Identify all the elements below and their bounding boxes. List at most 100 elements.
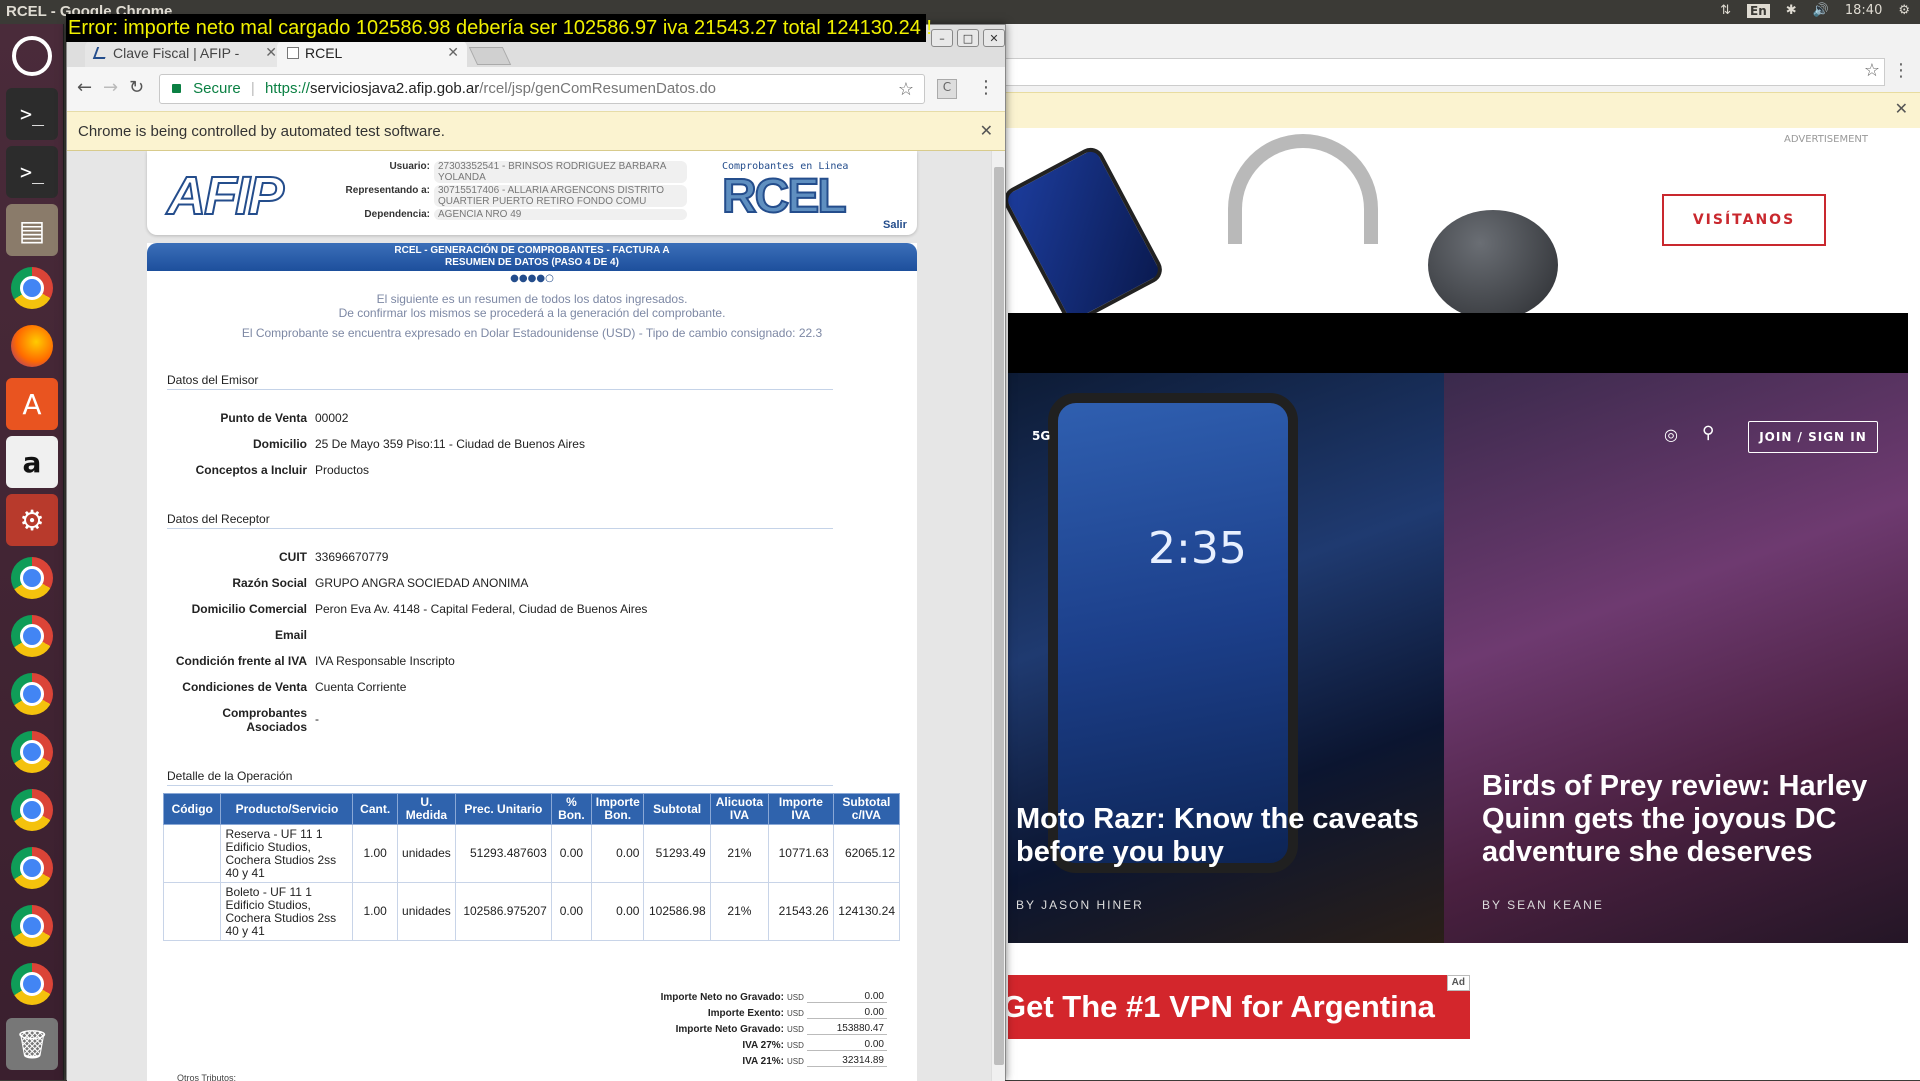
clock[interactable]: 18:40 bbox=[1845, 3, 1882, 18]
trash-icon[interactable]: 🗑 bbox=[6, 1018, 58, 1070]
article-title[interactable]: Birds of Prey review: Harley Quinn gets … bbox=[1482, 770, 1882, 869]
bookmark-star-icon[interactable]: ☆ bbox=[898, 75, 914, 103]
bluetooth-icon[interactable]: ✱ bbox=[1786, 3, 1797, 18]
globe-icon[interactable]: ◎ bbox=[1664, 425, 1678, 444]
cell-subtotal: 102586.98 bbox=[643, 882, 711, 941]
forward-icon[interactable]: → bbox=[103, 77, 118, 98]
total-currency: USD bbox=[787, 992, 804, 1002]
field-email: Email bbox=[167, 628, 867, 642]
chrome-icon[interactable] bbox=[6, 552, 58, 604]
representando-label: Representando a: bbox=[345, 185, 430, 196]
close-infobar-icon[interactable]: ✕ bbox=[980, 112, 993, 152]
field-label-line: Asociados bbox=[246, 720, 307, 734]
field-value: Peron Eva Av. 4148 - Capital Federal, Ci… bbox=[315, 602, 648, 616]
total-value: 0.00 bbox=[807, 991, 887, 1003]
background-infobar: ✕ bbox=[1000, 92, 1920, 128]
chrome-icon[interactable] bbox=[6, 726, 58, 778]
chrome-icon[interactable] bbox=[6, 958, 58, 1010]
site-header-band bbox=[1008, 313, 1908, 373]
file-manager-icon[interactable]: ▤ bbox=[6, 204, 58, 256]
intro-text: El siguiente es un resumen de todos los … bbox=[147, 292, 917, 340]
extension-icon[interactable]: C bbox=[937, 79, 957, 99]
volume-icon[interactable]: 🔊 bbox=[1813, 3, 1829, 18]
error-message: Error: importe neto mal cargado 102586.9… bbox=[66, 14, 932, 42]
field-value: 00002 bbox=[315, 411, 349, 425]
salir-link[interactable]: Salir bbox=[883, 219, 907, 231]
page-content: AFIP Usuario: 27303352541 - BRINSOS RODRI… bbox=[67, 151, 991, 1081]
automation-infobar: Chrome is being controlled by automated … bbox=[67, 111, 1005, 151]
advertisement-banner[interactable]: ADVERTISEMENT VISÍTANOS bbox=[999, 130, 1908, 328]
section-label[interactable]: 5G bbox=[1032, 429, 1050, 443]
field-value: IVA Responsable Inscripto bbox=[315, 654, 455, 668]
join-sign-in-button[interactable]: JOIN / SIGN IN bbox=[1748, 421, 1878, 453]
search-icon[interactable]: ⚲ bbox=[1702, 423, 1714, 443]
chrome-icon[interactable] bbox=[6, 784, 58, 836]
visit-button[interactable]: VISÍTANOS bbox=[1662, 194, 1826, 246]
total-row: Importe Neto no Gravado: USD 0.00 bbox=[607, 989, 887, 1005]
cell-codigo bbox=[162, 882, 222, 941]
page-scrollbar[interactable] bbox=[991, 151, 1005, 1081]
advertisement-label: ADVERTISEMENT bbox=[1783, 134, 1868, 145]
field-razon-social: Razón Social GRUPO ANGRA SOCIEDAD ANONIMA bbox=[167, 576, 867, 590]
article-card-birds-of-prey[interactable]: ◎ ⚲ JOIN / SIGN IN Birds of Prey review:… bbox=[1444, 373, 1908, 943]
tab-rcel[interactable]: RCEL ✕ bbox=[277, 41, 467, 67]
field-condiciones-venta: Condiciones de Venta Cuenta Corriente bbox=[167, 680, 867, 694]
cell-unidad: unidades bbox=[396, 824, 457, 883]
menu-icon[interactable]: ⋮ bbox=[1892, 60, 1910, 81]
lock-icon bbox=[172, 84, 181, 93]
tab-clave-fiscal[interactable]: Clave Fiscal | AFIP - ✕ bbox=[85, 41, 285, 67]
address-bar[interactable]: Secure | https://serviciosjava2.afip.gob… bbox=[159, 74, 925, 104]
chrome-icon[interactable] bbox=[6, 900, 58, 952]
scrollbar-thumb[interactable] bbox=[994, 167, 1004, 1065]
col-subtotal: Subtotal bbox=[643, 793, 711, 825]
new-tab-button[interactable] bbox=[468, 47, 512, 65]
article-byline: BY JASON HINER bbox=[1016, 898, 1144, 912]
back-icon[interactable]: ← bbox=[77, 77, 92, 98]
form-header-title: RCEL - GENERACIÓN DE COMPROBANTES - FACT… bbox=[394, 245, 670, 256]
field-label: Domicilio Comercial bbox=[191, 602, 307, 616]
field-domicilio: Domicilio 25 De Mayo 359 Piso:11 - Ciudad… bbox=[167, 437, 867, 451]
tab-label: Clave Fiscal | AFIP - bbox=[113, 45, 240, 61]
amazon-icon[interactable]: a bbox=[6, 436, 58, 488]
system-settings-icon[interactable]: ⚙ bbox=[6, 494, 58, 546]
chrome-icon[interactable] bbox=[6, 842, 58, 894]
vpn-ad-text: Get The #1 VPN for Argentina bbox=[1008, 989, 1435, 1024]
article-title[interactable]: Moto Razr: Know the caveats before you b… bbox=[1016, 803, 1436, 869]
toolbar: ← → ↻ Secure | https://serviciosjava2.af… bbox=[67, 67, 1005, 111]
vpn-advertisement[interactable]: Get The #1 VPN for Argentina Ad bbox=[1008, 975, 1470, 1039]
close-tab-icon[interactable]: ✕ bbox=[265, 44, 277, 61]
col-bonificacion: % Bon. bbox=[550, 793, 593, 825]
chrome-icon[interactable] bbox=[6, 668, 58, 720]
close-window-button[interactable]: ✕ bbox=[983, 29, 1005, 47]
ubuntu-dash-icon[interactable] bbox=[6, 30, 58, 82]
ad-tag[interactable]: Ad bbox=[1446, 975, 1470, 991]
cell-bonificacion: 0.00 bbox=[550, 882, 593, 941]
chrome-icon[interactable] bbox=[6, 262, 58, 314]
cell-importe-iva: 21543.26 bbox=[768, 882, 834, 941]
firefox-icon[interactable] bbox=[6, 320, 58, 372]
background-url-box[interactable] bbox=[1000, 58, 1885, 86]
col-alicuota: Alicuota IVA bbox=[709, 793, 770, 825]
terminal-icon[interactable]: >_ bbox=[6, 146, 58, 198]
col-importe-iva: Importe IVA bbox=[768, 793, 834, 825]
total-value: 32314.89 bbox=[807, 1055, 887, 1067]
chrome-icon[interactable] bbox=[6, 610, 58, 662]
software-center-icon[interactable]: A bbox=[6, 378, 58, 430]
minimize-button[interactable]: – bbox=[931, 29, 953, 47]
maximize-button[interactable]: □ bbox=[957, 29, 979, 47]
cell-unidad: unidades bbox=[396, 882, 457, 941]
resumen-form: RCEL - GENERACIÓN DE COMPROBANTES - FACT… bbox=[147, 243, 917, 1081]
network-icon[interactable]: ⇅ bbox=[1720, 3, 1731, 18]
cell-importe-bon: 0.00 bbox=[591, 882, 645, 941]
reload-icon[interactable]: ↻ bbox=[129, 77, 144, 98]
section-detalle: Detalle de la Operación bbox=[167, 769, 833, 786]
terminal-icon[interactable]: >_ bbox=[6, 88, 58, 140]
keyboard-layout[interactable]: En bbox=[1747, 3, 1770, 18]
bookmark-star-icon[interactable]: ☆ bbox=[1864, 60, 1880, 81]
close-tab-icon[interactable]: ✕ bbox=[447, 44, 459, 61]
menu-icon[interactable]: ⋮ bbox=[977, 77, 995, 98]
tab-label: RCEL bbox=[305, 45, 343, 61]
settings-gear-icon[interactable]: ⚙ bbox=[1898, 3, 1910, 18]
close-icon[interactable]: ✕ bbox=[1895, 99, 1908, 118]
article-card-moto-razr[interactable]: 2:35 5G Moto Razr: Know the caveats befo… bbox=[1008, 373, 1444, 943]
